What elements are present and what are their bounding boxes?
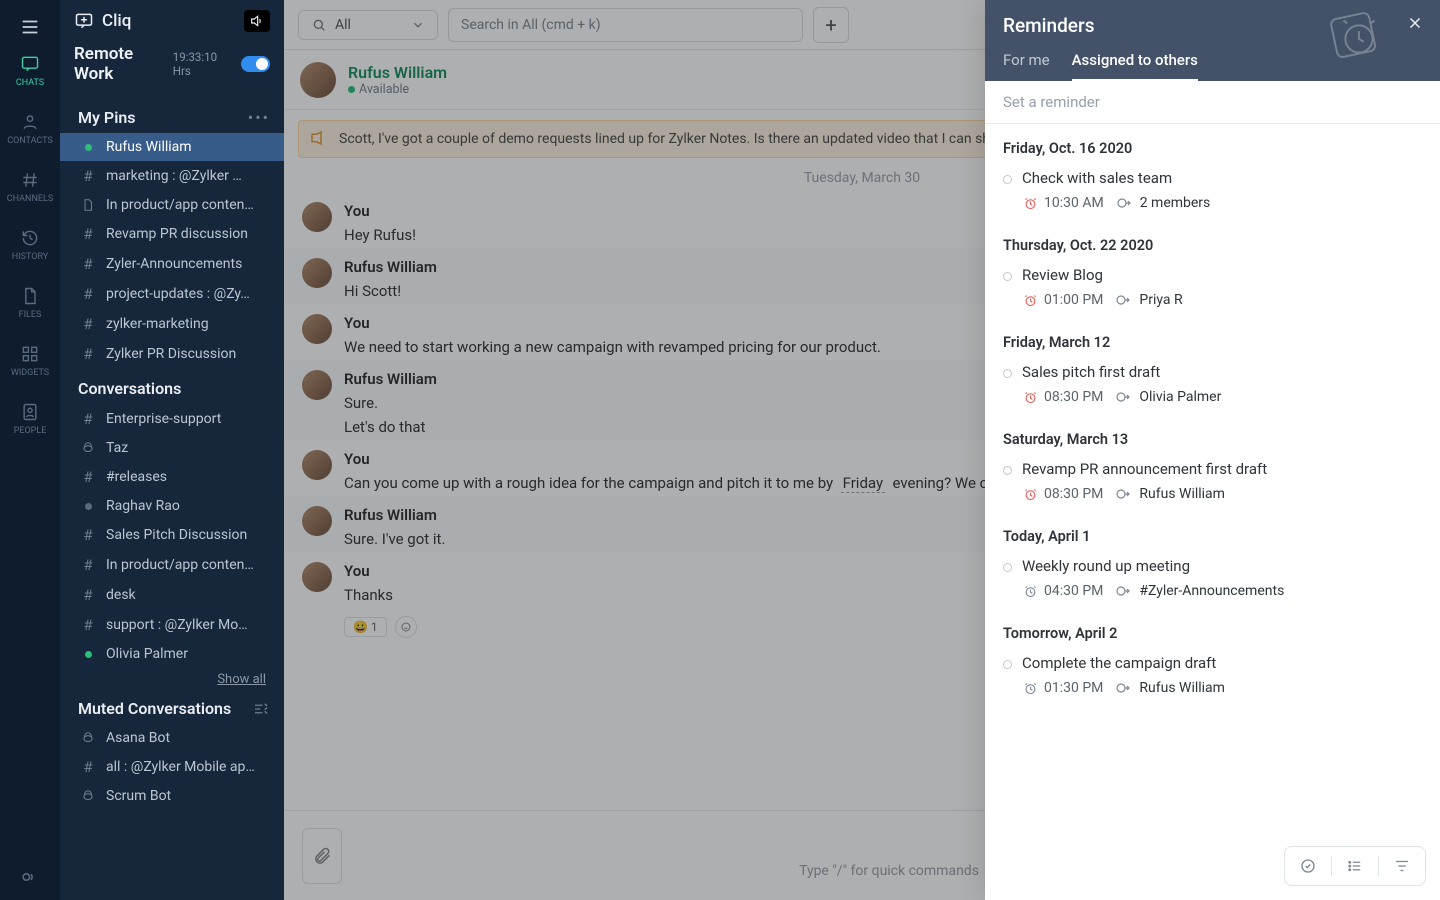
remote-work-title: Remote Work [74,44,173,84]
reminder-date-heading: Today, April 1 [985,516,1440,553]
reminder-date-heading: Friday, Oct. 16 2020 [985,128,1440,165]
tab-for-me[interactable]: For me [1003,51,1050,81]
muted-item[interactable]: #all : @Zylker Mobile ap… [60,752,284,782]
reminder-time: 10:30 AM [1023,195,1104,211]
pins-more-icon[interactable]: ••• [248,108,270,127]
reminder-assignee: Olivia Palmer [1115,389,1221,405]
reminder-assignee: 2 members [1116,195,1211,211]
conversation-item[interactable]: #Sales Pitch Discussion [60,520,284,550]
pin-item[interactable]: #project-updates : @Zy… [60,279,284,309]
reminder-date-heading: Saturday, March 13 [985,419,1440,456]
reminder-date-heading: Friday, March 12 [985,322,1440,359]
chat-avatar [300,62,336,98]
reminder-time: 08:30 PM [1023,389,1103,405]
remote-hours: 19:33:10 Hrs [173,50,236,78]
theme-toggle-icon[interactable] [0,866,60,888]
nav-widgets[interactable]: Widgets [0,332,60,390]
muted-settings-icon[interactable] [252,700,270,718]
audio-icon[interactable] [244,10,270,32]
conversation-item[interactable]: #In product/app conten… [60,550,284,580]
pin-item[interactable]: #marketing : @Zylker … [60,161,284,191]
filter-icon[interactable] [1383,853,1421,879]
conversation-item[interactable]: ##releases [60,462,284,492]
search-input[interactable]: Search in All (cmd + k) [448,8,803,42]
nav-contacts[interactable]: Contacts [0,100,60,158]
reminder-checkbox[interactable] [1003,175,1012,184]
app-brand: Cliq [74,11,131,31]
conversation-item[interactable]: Raghav Rao [60,492,284,520]
reminder-assignee: Rufus William [1115,486,1225,502]
hamburger-icon[interactable] [19,10,41,42]
reminder-assignee: Rufus William [1115,680,1225,696]
reminder-checkbox[interactable] [1003,563,1012,572]
pin-item[interactable]: #Zylker PR Discussion [60,339,284,369]
conversation-item[interactable]: Taz [60,434,284,462]
message-avatar [302,202,332,232]
muted-item[interactable]: Asana Bot [60,724,284,752]
conversations-heading: Conversations [78,379,181,398]
pin-item[interactable]: #Zyler-Announcements [60,249,284,279]
reminder-item[interactable]: Revamp PR announcement first draft08:30 … [985,456,1440,516]
chat-name[interactable]: Rufus William [348,63,447,82]
reminder-checkbox[interactable] [1003,369,1012,378]
reminder-time: 01:30 PM [1023,680,1103,696]
message-avatar [302,370,332,400]
pins-heading: My Pins [78,108,136,127]
list-view-icon[interactable] [1336,853,1374,879]
pin-item[interactable]: In product/app conten… [60,191,284,219]
search-scope-dropdown[interactable]: All [298,10,438,40]
message-avatar [302,450,332,480]
reminder-date-heading: Tomorrow, April 2 [985,613,1440,650]
message-avatar [302,562,332,592]
remote-toggle[interactable] [241,56,270,72]
nav-people[interactable]: People [0,390,60,448]
nav-rail: Chats Contacts Channels History Files Wi… [0,0,60,900]
tab-assigned-to-others[interactable]: Assigned to others [1072,51,1198,81]
chat-status: Available [348,82,447,97]
reminder-item[interactable]: Weekly round up meeting04:30 PM#Zyler-An… [985,553,1440,613]
nav-history[interactable]: History [0,216,60,274]
nav-files[interactable]: Files [0,274,60,332]
mark-done-icon[interactable] [1289,853,1327,879]
reminder-input[interactable]: Set a reminder [985,81,1440,124]
conversation-item[interactable]: #support : @Zylker Mo… [60,610,284,640]
nav-channels[interactable]: Channels [0,158,60,216]
reminder-checkbox[interactable] [1003,466,1012,475]
reminder-time: 08:30 PM [1023,486,1103,502]
message-avatar [302,506,332,536]
reminder-item[interactable]: Sales pitch first draft08:30 PMOlivia Pa… [985,359,1440,419]
pin-icon [309,129,327,147]
muted-item[interactable]: Scrum Bot [60,782,284,810]
muted-heading: Muted Conversations [78,699,231,718]
reminder-assignee: #Zyler-Announcements [1115,583,1284,599]
add-reaction-icon[interactable] [395,616,417,638]
conversation-item[interactable]: #desk [60,580,284,610]
reminders-panel: Reminders For me Assigned to others Set … [985,0,1440,900]
reminder-item[interactable]: Check with sales team10:30 AM2 members [985,165,1440,225]
new-button[interactable]: + [813,7,849,43]
reminder-time: 04:30 PM [1023,583,1103,599]
reminder-assignee: Priya R [1115,292,1182,308]
nav-chats[interactable]: Chats [0,42,60,100]
sidebar: Cliq Remote Work 19:33:10 Hrs My Pins ••… [60,0,284,900]
close-icon[interactable] [1406,14,1424,32]
reminder-item[interactable]: Complete the campaign draft01:30 PMRufus… [985,650,1440,710]
reminder-date-heading: Thursday, Oct. 22 2020 [985,225,1440,262]
pin-item[interactable]: Rufus William [60,133,284,161]
alarm-illustration [1322,6,1392,68]
conversation-item[interactable]: #Enterprise-support [60,404,284,434]
reminder-item[interactable]: Review Blog01:00 PMPriya R [985,262,1440,322]
pin-item[interactable]: #zylker-marketing [60,309,284,339]
conversation-item[interactable]: Olivia Palmer [60,640,284,668]
panel-footer-actions [1284,846,1426,886]
reaction[interactable]: 😀 1 [344,617,387,637]
show-all-link[interactable]: Show all [60,668,284,689]
message-avatar [302,314,332,344]
reminder-checkbox[interactable] [1003,660,1012,669]
reminder-time: 01:00 PM [1023,292,1103,308]
attach-button[interactable] [302,828,342,884]
pin-item[interactable]: #Revamp PR discussion [60,219,284,249]
message-avatar [302,258,332,288]
reminder-checkbox[interactable] [1003,272,1012,281]
